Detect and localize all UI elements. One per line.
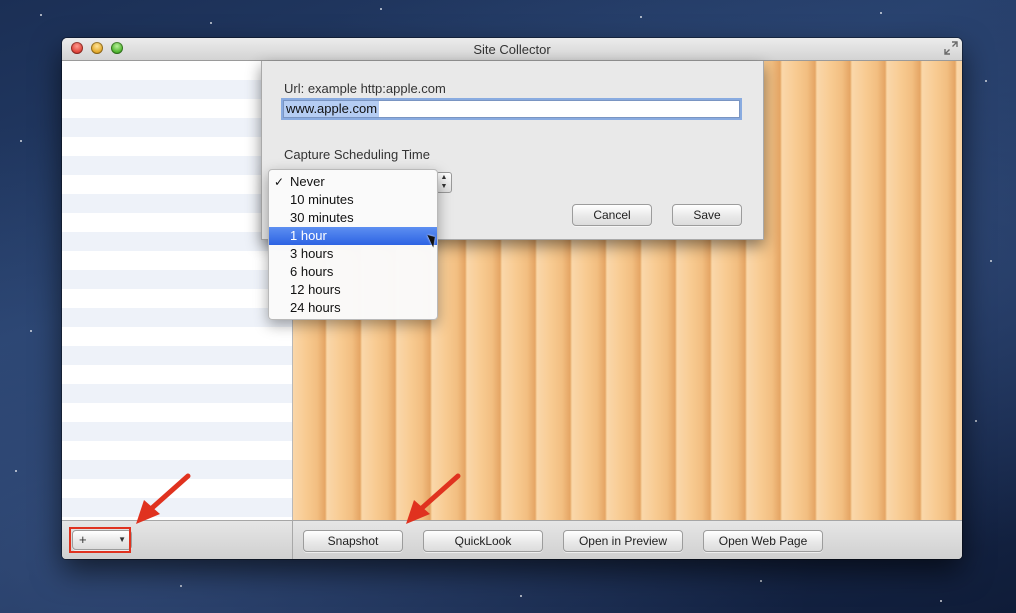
url-label: Url: example http:apple.com bbox=[284, 81, 446, 96]
snapshot-button[interactable]: Snapshot bbox=[303, 530, 403, 552]
menu-item-12-hours[interactable]: 12 hours bbox=[269, 281, 437, 299]
title-bar[interactable]: Site Collector bbox=[62, 38, 962, 61]
checkmark-icon: ✓ bbox=[274, 175, 285, 189]
menu-item-never[interactable]: ✓ Never bbox=[269, 173, 437, 191]
cancel-button[interactable]: Cancel bbox=[572, 204, 652, 226]
red-arrow-icon bbox=[406, 473, 461, 524]
add-button-highlight bbox=[69, 527, 131, 553]
save-button[interactable]: Save bbox=[672, 204, 742, 226]
menu-item-6-hours[interactable]: 6 hours bbox=[269, 263, 437, 281]
schedule-popup-arrows[interactable]: ▲ ▼ bbox=[436, 172, 452, 193]
red-arrow-icon bbox=[136, 473, 191, 524]
fullscreen-icon[interactable] bbox=[944, 41, 958, 55]
schedule-menu[interactable]: ✓ Never 10 minutes 30 minutes 1 hour 3 ho… bbox=[268, 169, 438, 320]
site-list[interactable] bbox=[62, 61, 293, 520]
menu-item-1-hour[interactable]: 1 hour bbox=[269, 227, 437, 245]
window-title: Site Collector bbox=[473, 42, 551, 57]
menu-item-10-minutes[interactable]: 10 minutes bbox=[269, 191, 437, 209]
quicklook-button[interactable]: QuickLook bbox=[423, 530, 543, 552]
url-field-value: www.apple.com bbox=[284, 101, 380, 117]
schedule-label: Capture Scheduling Time bbox=[284, 147, 430, 162]
open-in-preview-button[interactable]: Open in Preview bbox=[563, 530, 683, 552]
open-web-page-button[interactable]: Open Web Page bbox=[703, 530, 823, 552]
menu-item-3-hours[interactable]: 3 hours bbox=[269, 245, 437, 263]
toolbar-divider bbox=[292, 521, 293, 559]
menu-item-24-hours[interactable]: 24 hours bbox=[269, 299, 437, 317]
menu-item-30-minutes[interactable]: 30 minutes bbox=[269, 209, 437, 227]
